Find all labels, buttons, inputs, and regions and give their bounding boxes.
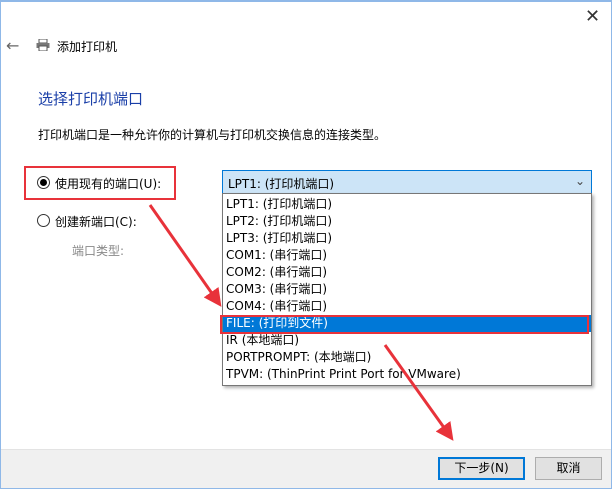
annotation-arrows <box>148 204 454 441</box>
annotation-arrow <box>148 204 222 307</box>
annotation-arrow <box>383 344 454 441</box>
